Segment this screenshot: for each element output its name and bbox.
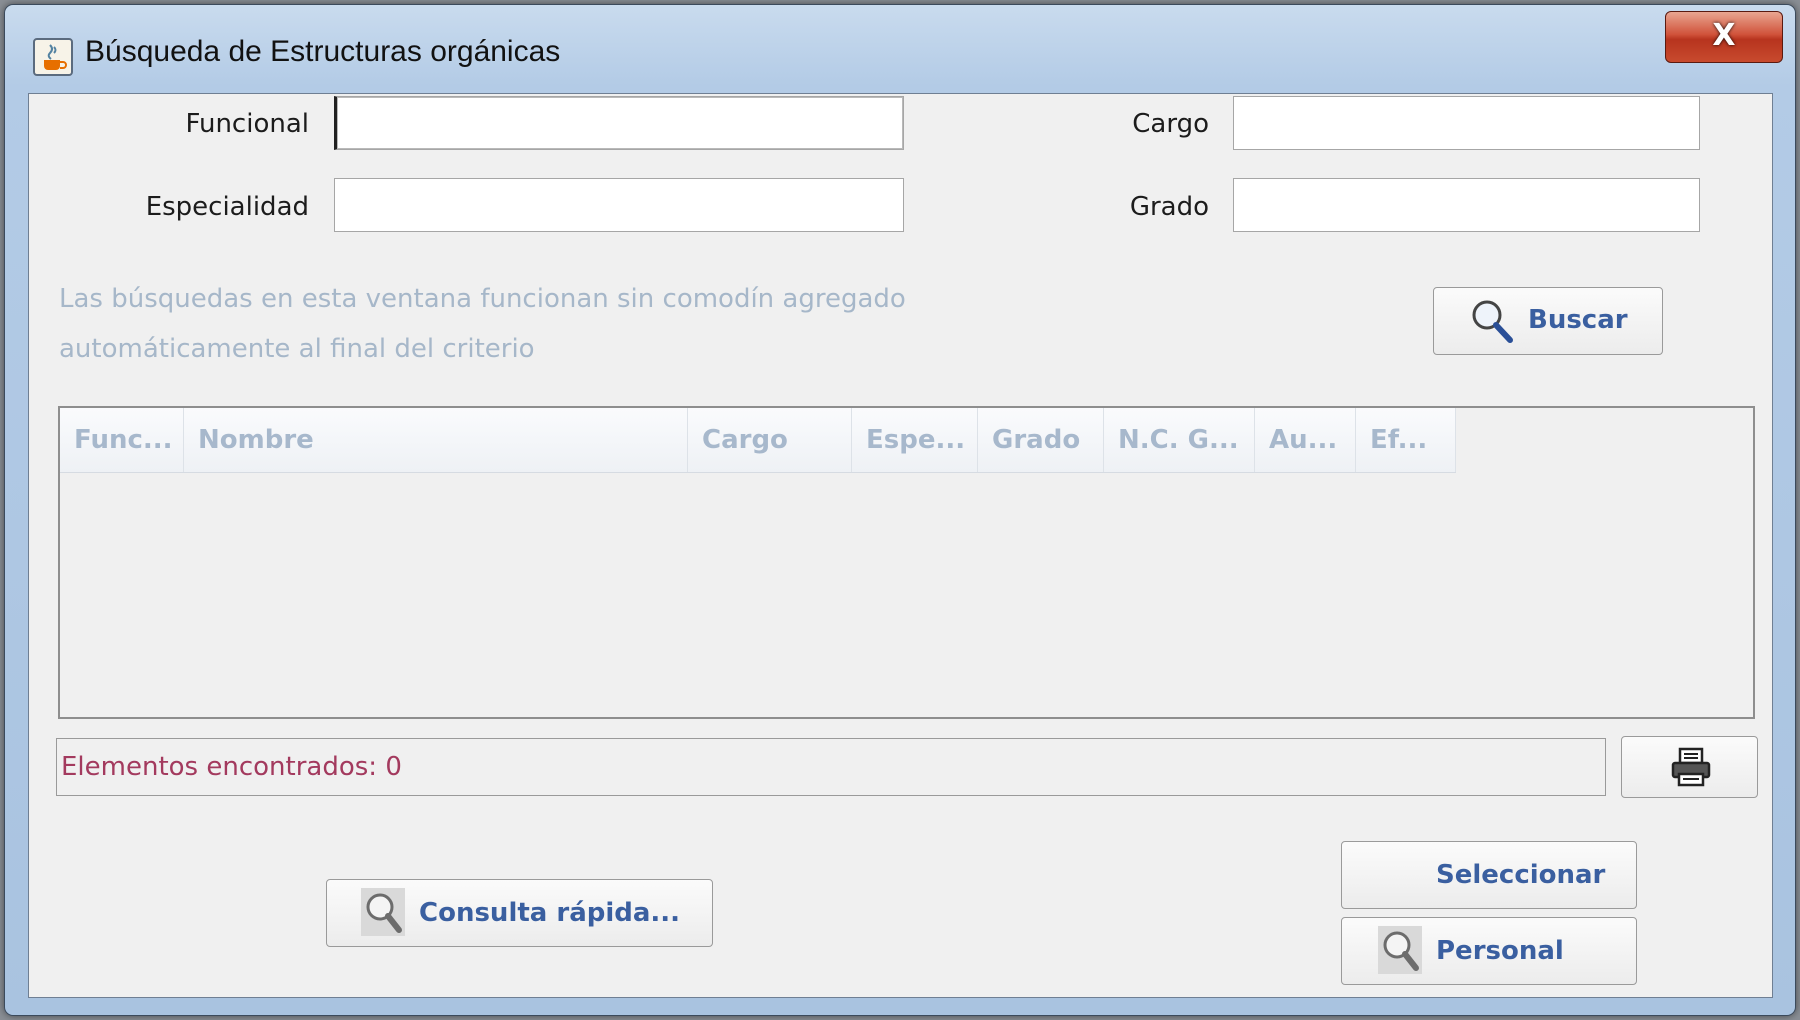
consulta-rapida-button[interactable]: Consulta rápida...	[326, 879, 713, 947]
buscar-label: Buscar	[1528, 305, 1628, 335]
cargo-input[interactable]	[1233, 96, 1700, 150]
column-header[interactable]: Espe...	[852, 408, 978, 472]
search-hint-line: Las búsquedas en esta ventana funcionan …	[59, 284, 906, 314]
results-table[interactable]: Func... Nombre Cargo Espe... Grado N.C. …	[58, 406, 1755, 719]
especialidad-label: Especialidad	[145, 192, 309, 222]
column-header[interactable]: Func...	[60, 408, 184, 472]
column-header[interactable]: Nombre	[184, 408, 688, 472]
cargo-label: Cargo	[1132, 109, 1209, 139]
grado-input[interactable]	[1233, 178, 1700, 232]
printer-icon	[1670, 747, 1712, 794]
funcional-input[interactable]	[334, 96, 904, 150]
results-count-status: Elementos encontrados: 0	[56, 738, 1606, 796]
column-header[interactable]: Cargo	[688, 408, 852, 472]
close-button[interactable]: X	[1665, 11, 1783, 63]
title-bar[interactable]: Búsqueda de Estructuras orgánicas X	[5, 5, 1795, 93]
search-hint-line: automáticamente al final del criterio	[59, 334, 535, 364]
column-header[interactable]: Ef...	[1356, 408, 1456, 472]
personal-label: Personal	[1436, 936, 1564, 966]
seleccionar-label: Seleccionar	[1436, 860, 1606, 890]
column-header[interactable]: Au...	[1255, 408, 1356, 472]
magnifier-icon	[361, 888, 405, 943]
column-header[interactable]: Grado	[978, 408, 1104, 472]
buscar-button[interactable]: Buscar	[1433, 287, 1663, 355]
print-button[interactable]	[1621, 736, 1758, 798]
grado-label: Grado	[1129, 192, 1209, 222]
java-cup-icon	[33, 38, 73, 76]
window-title: Búsqueda de Estructuras orgánicas	[85, 35, 561, 68]
column-header[interactable]: N.C. G...	[1104, 408, 1255, 472]
especialidad-input[interactable]	[334, 178, 904, 232]
personal-button[interactable]: Personal	[1341, 917, 1637, 985]
funcional-label: Funcional	[185, 109, 309, 139]
search-hint: Las búsquedas en esta ventana funcionan …	[59, 274, 1059, 374]
dialog-content: Funcional Cargo Especialidad Grado Las b…	[28, 93, 1773, 998]
dialog-window: Búsqueda de Estructuras orgánicas X Func…	[4, 4, 1796, 1016]
magnifier-icon	[1470, 298, 1514, 351]
magnifier-icon	[1378, 926, 1422, 981]
consulta-rapida-label: Consulta rápida...	[419, 898, 681, 928]
table-header: Func... Nombre Cargo Espe... Grado N.C. …	[60, 408, 1456, 473]
seleccionar-button[interactable]: Seleccionar	[1341, 841, 1637, 909]
